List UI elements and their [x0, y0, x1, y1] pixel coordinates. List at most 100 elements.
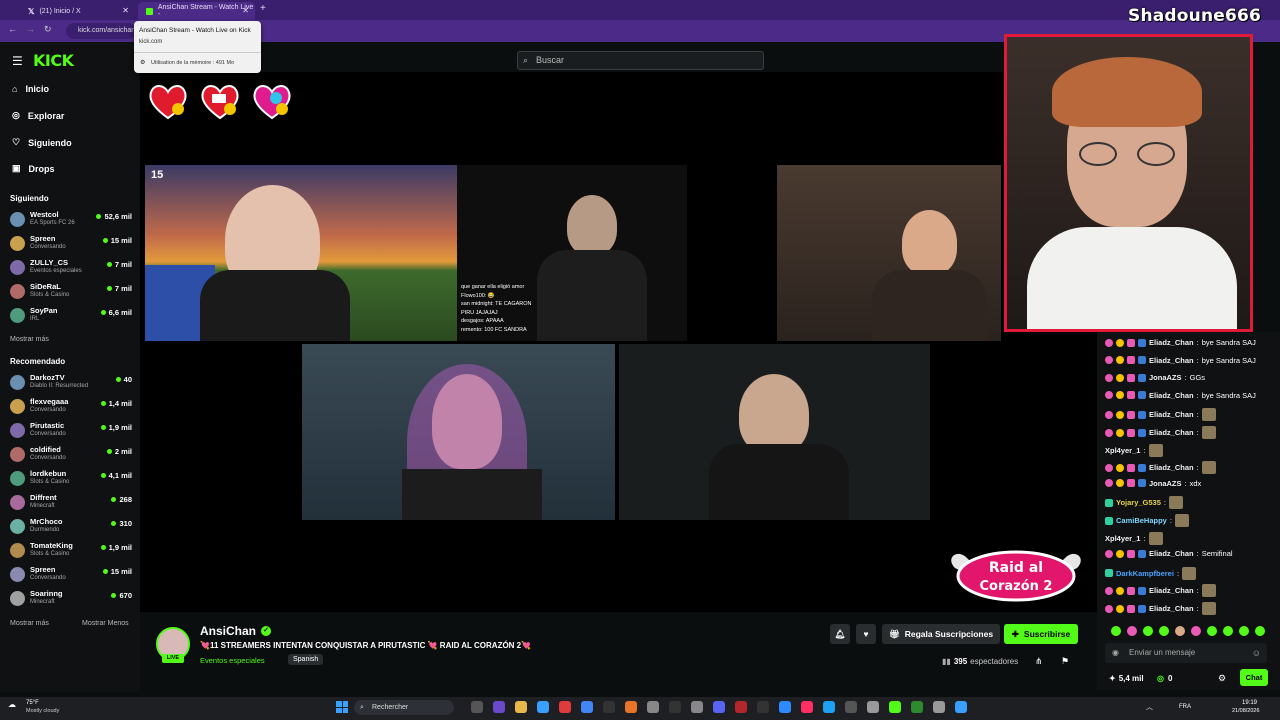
taskbar-app-icon[interactable]: [779, 701, 791, 713]
sidebar-channel[interactable]: SoyPan IRL 6,6 mil: [10, 306, 132, 328]
taskbar-app-icon[interactable]: [647, 701, 659, 713]
sidebar-channel[interactable]: Westcol EA Sports FC 26 52,6 mil: [10, 210, 132, 232]
chat-username[interactable]: JonaAZS: [1149, 373, 1182, 382]
chat-username[interactable]: Eliadz_Chan: [1149, 391, 1194, 400]
stream-tile-4[interactable]: [302, 344, 615, 520]
chat-username[interactable]: Xpl4yer_1: [1105, 446, 1140, 455]
quick-emote-icon[interactable]: [1255, 626, 1265, 636]
gift-subs-button[interactable]: 🎁︎ Regala Suscripciones: [882, 624, 1000, 644]
chat-username[interactable]: DarkKampfberei: [1116, 569, 1174, 578]
taskbar-app-icon[interactable]: [757, 701, 769, 713]
chat-username[interactable]: CamiBeHappy: [1116, 516, 1167, 525]
taskbar-app-icon[interactable]: [537, 701, 549, 713]
browser-tab-x[interactable]: 𝕏 (21) Inicio / X ✕: [20, 2, 135, 20]
chat-username[interactable]: Eliadz_Chan: [1149, 428, 1194, 437]
quick-emote-icon[interactable]: [1191, 626, 1201, 636]
language-tag[interactable]: Spanish: [288, 654, 324, 665]
video-player[interactable]: 15 que ganar ella eligió amor Flowo100: 😂…: [140, 72, 1097, 612]
clock-time[interactable]: 19:19: [1242, 700, 1257, 706]
close-tab-icon[interactable]: ✕: [122, 6, 129, 15]
chat-settings-gear-icon[interactable]: ⚙: [1218, 673, 1226, 684]
chat-send-button[interactable]: Chat: [1240, 669, 1268, 686]
sidebar-channel[interactable]: lordkebun Slots & Casino 4,1 mil: [10, 469, 132, 491]
stream-tile-2[interactable]: que ganar ella eligió amor Flowo100: 😂 san…: [457, 165, 687, 341]
taskbar-app-icon[interactable]: [735, 701, 747, 713]
taskbar-app-icon[interactable]: [559, 701, 571, 713]
quick-emote-icon[interactable]: [1175, 626, 1185, 636]
chat-username[interactable]: Yojary_G535: [1116, 498, 1161, 507]
chat-message[interactable]: CamiBeHappy:: [1105, 514, 1189, 527]
chat-username[interactable]: Eliadz_Chan: [1149, 586, 1194, 595]
sidebar-channel[interactable]: MrChoco Durmiendo 310: [10, 517, 132, 539]
quick-emote-icon[interactable]: [1143, 626, 1153, 636]
sidebar-channel[interactable]: Spreen Conversando 15 mil: [10, 565, 132, 587]
sidebar-channel[interactable]: SiDeRaL Slots & Casino 7 mil: [10, 282, 132, 304]
chat-username[interactable]: Eliadz_Chan: [1149, 356, 1194, 365]
quick-emote-icon[interactable]: [1207, 626, 1217, 636]
clock-date[interactable]: 21/08/2026: [1232, 708, 1260, 714]
channel-name-row[interactable]: AnsiChan ✓: [200, 624, 272, 638]
sidebar-channel[interactable]: flexvegaaa Conversando 1,4 mil: [10, 397, 132, 419]
sidebar-channel[interactable]: Soarinng Minecraft 670: [10, 589, 132, 611]
chat-username[interactable]: Eliadz_Chan: [1149, 463, 1194, 472]
chat-message[interactable]: Eliadz_Chan:: [1105, 461, 1216, 475]
taskbar-app-icon[interactable]: [933, 701, 945, 713]
follow-heart-button[interactable]: ♥: [856, 624, 876, 644]
menu-hamburger-icon[interactable]: ☰: [12, 54, 23, 68]
chat-username[interactable]: Xpl4yer_1: [1105, 534, 1140, 543]
taskbar-app-icon[interactable]: [867, 701, 879, 713]
search-input[interactable]: ⌕ Buscar: [517, 51, 764, 70]
forward-arrow-icon[interactable]: →: [26, 24, 35, 34]
chat-message[interactable]: Eliadz_Chan:: [1105, 408, 1216, 422]
nav-item-explorar[interactable]: ◎ Explorar: [12, 110, 64, 121]
notification-bell-button[interactable]: 🔔︎: [830, 624, 850, 644]
chat-message[interactable]: Eliadz_Chan:: [1105, 602, 1216, 615]
taskbar-app-icon[interactable]: [845, 701, 857, 713]
taskbar-app-icon[interactable]: [801, 701, 813, 713]
sidebar-channel[interactable]: TomateKing Slots & Casino 1,9 mil: [10, 541, 132, 563]
taskbar-app-icon[interactable]: [691, 701, 703, 713]
taskbar-app-icon[interactable]: [581, 701, 593, 713]
stream-category[interactable]: Eventos especiales: [200, 656, 265, 665]
taskbar-app-icon[interactable]: [471, 701, 483, 713]
taskbar-app-icon[interactable]: [625, 701, 637, 713]
chat-username[interactable]: Eliadz_Chan: [1149, 338, 1194, 347]
back-arrow-icon[interactable]: ←: [8, 24, 17, 34]
chat-message[interactable]: Eliadz_Chan: Semifinal: [1105, 549, 1233, 558]
chat-kicks[interactable]: ◎ 0: [1157, 674, 1172, 683]
tray-chevron-icon[interactable]: ︿: [1146, 702, 1153, 712]
reload-icon[interactable]: ↻: [44, 24, 52, 35]
chat-username[interactable]: Eliadz_Chan: [1149, 410, 1194, 419]
stream-tile-3[interactable]: [777, 165, 1001, 341]
chat-message[interactable]: DarkKampfberei:: [1105, 566, 1197, 580]
chat-message[interactable]: JonaAZS: xdx: [1105, 479, 1201, 488]
taskbar-app-icon[interactable]: [493, 701, 505, 713]
chat-message[interactable]: Eliadz_Chan: bye Sandra SAJ: [1105, 356, 1256, 365]
chat-username[interactable]: Eliadz_Chan: [1149, 604, 1194, 613]
sidebar-channel[interactable]: ZULLY_CS Eventos especiales 7 mil: [10, 258, 132, 280]
sidebar-channel[interactable]: DarkozTV Diablo II: Resurrected 40: [10, 373, 132, 395]
show-less-recommended[interactable]: Mostrar Menos: [82, 620, 129, 627]
quick-emote-icon[interactable]: [1159, 626, 1169, 636]
chat-username[interactable]: Eliadz_Chan: [1149, 549, 1194, 558]
show-more-following[interactable]: Mostrar más: [10, 336, 49, 343]
chat-message[interactable]: Eliadz_Chan:: [1105, 584, 1216, 598]
taskbar-app-icon[interactable]: [823, 701, 835, 713]
nav-item-drops[interactable]: ▣ Drops: [12, 163, 55, 174]
share-icon[interactable]: ⋔: [1035, 656, 1043, 667]
chat-message[interactable]: Eliadz_Chan: bye Sandra SAJ: [1105, 338, 1256, 347]
chat-message[interactable]: Yojary_G535:: [1105, 496, 1183, 510]
taskbar-app-icon[interactable]: [669, 701, 681, 713]
emoji-icon[interactable]: ☺: [1252, 643, 1261, 663]
chat-points[interactable]: ✦ 5,4 mil: [1109, 674, 1144, 683]
taskbar-app-icon[interactable]: [955, 701, 967, 713]
chat-message-input[interactable]: ◉ Enviar un mensaje ☺: [1105, 643, 1267, 663]
taskbar-app-icon[interactable]: [515, 701, 527, 713]
nav-item-inicio[interactable]: ⌂ Inicio: [12, 84, 49, 94]
chat-username[interactable]: JonaAZS: [1149, 479, 1182, 488]
taskbar-app-icon[interactable]: [603, 701, 615, 713]
taskbar-app-icon[interactable]: [713, 701, 725, 713]
windows-start-icon[interactable]: [336, 701, 348, 713]
quick-emote-icon[interactable]: [1239, 626, 1249, 636]
stream-tile-1[interactable]: 15: [145, 165, 457, 341]
